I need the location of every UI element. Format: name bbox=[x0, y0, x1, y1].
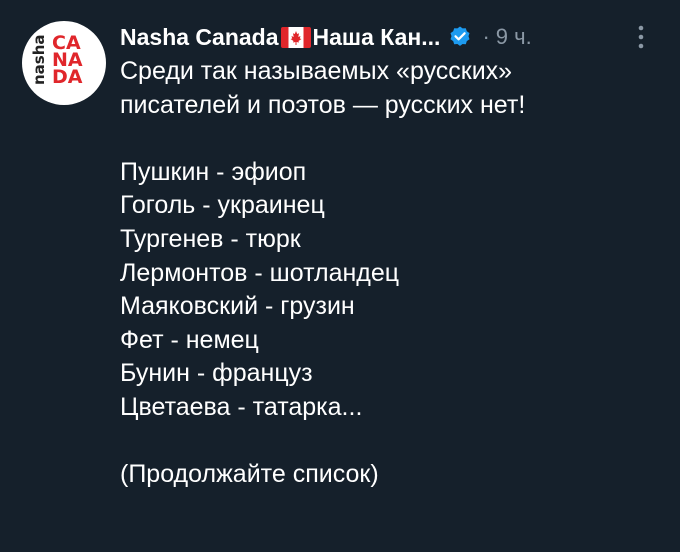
avatar-canada-line: DA bbox=[52, 66, 83, 88]
avatar-canada-text: CA NA DA bbox=[52, 34, 102, 88]
list-item: Гоголь - украинец bbox=[120, 191, 325, 220]
list-item: Тургенев - тюрк bbox=[120, 224, 301, 253]
list-item: Бунин - француз bbox=[120, 359, 313, 388]
list-item: Пушкин - эфиоп bbox=[120, 157, 307, 186]
more-options-icon[interactable] bbox=[634, 24, 648, 50]
list-item: Фет - немец bbox=[120, 325, 259, 354]
avatar[interactable]: nasha CA NA DA bbox=[22, 21, 106, 105]
author-name[interactable]: Nasha Canada Наша Кан... bbox=[120, 24, 440, 51]
tweet[interactable]: nasha CA NA DA Nasha Canada Наша Кан... … bbox=[0, 0, 680, 552]
timestamp[interactable]: 9 ч. bbox=[496, 24, 532, 50]
list-item: Маяковский - грузин bbox=[120, 292, 355, 321]
tweet-text: Среди так называемых «русских» писателей… bbox=[120, 55, 660, 492]
tweet-intro-line: писателей и поэтов — русских нет! bbox=[120, 90, 526, 119]
verified-badge-icon bbox=[450, 26, 470, 46]
tweet-header: Nasha Canada Наша Кан... · 9 ч. bbox=[120, 22, 532, 52]
list-item: Цветаева - татарка... bbox=[120, 392, 363, 421]
tweet-closing-line: (Продолжайте список) bbox=[120, 460, 379, 489]
canada-flag-icon bbox=[280, 26, 311, 48]
tweet-intro-line: Среди так называемых «русских» bbox=[120, 57, 513, 85]
avatar-nasha-text: nasha bbox=[30, 34, 48, 85]
separator-dot: · bbox=[482, 24, 490, 49]
author-name-part2: Наша Кан... bbox=[312, 23, 441, 50]
author-name-part1: Nasha Canada bbox=[120, 23, 279, 50]
list-item: Лермонтов - шотландец bbox=[120, 258, 400, 287]
